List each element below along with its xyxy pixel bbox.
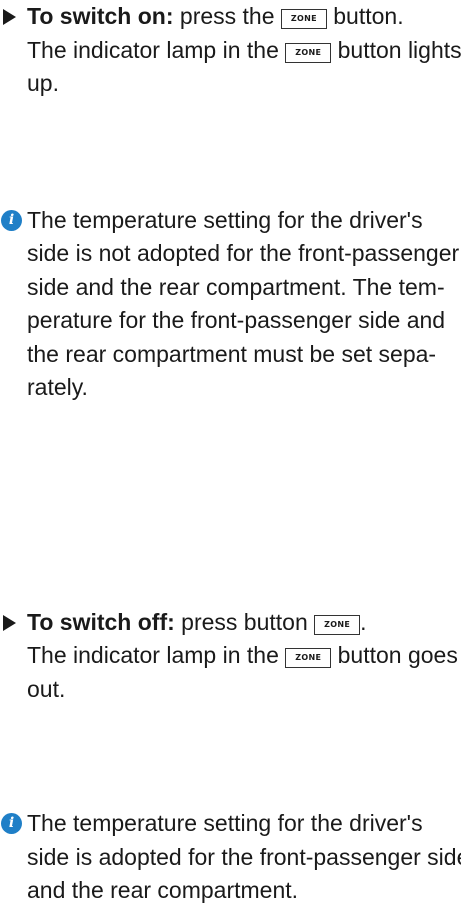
info-note-1: i The temperature setting for the driver… bbox=[0, 204, 461, 405]
zone-button-key: ZONE bbox=[285, 42, 332, 63]
note-2-line: and the rear compartment. bbox=[27, 877, 299, 903]
note-2-line: The temperature setting for the driver's bbox=[27, 810, 423, 836]
note-1-line: side and the rear compartment. The tem- bbox=[27, 273, 445, 300]
note-1-line: The temperature setting for the driver's bbox=[27, 206, 423, 233]
switch-on-label: To switch on: bbox=[27, 3, 174, 29]
note-1-line: side is not adopted for the front-passen… bbox=[27, 240, 460, 266]
switch-on-line-3: up. bbox=[27, 70, 59, 96]
switch-off-step: To switch off: press button ZONE. The in… bbox=[0, 606, 461, 707]
switch-on-line-2: The indicator lamp in the ZONE button li… bbox=[27, 36, 461, 63]
switch-off-label: To switch off: bbox=[27, 608, 175, 635]
switch-on-line-1: To switch on: press the ZONE button. bbox=[27, 3, 404, 29]
info-icon: i bbox=[1, 813, 22, 834]
switch-off-line-3: out. bbox=[27, 675, 66, 702]
note-1-line: rately. bbox=[27, 374, 88, 400]
switch-off-line-2: The indicator lamp in the ZONE button go… bbox=[27, 642, 458, 668]
info-note-2: i The temperature setting for the driver… bbox=[0, 807, 461, 908]
note-2-line: side is adopted for the front-passenger … bbox=[27, 843, 461, 870]
note-1-line: perature for the front-passenger side an… bbox=[27, 307, 446, 333]
info-icon: i bbox=[1, 209, 22, 231]
zone-button-key: ZONE bbox=[285, 648, 332, 668]
note-1-line: the rear compartment must be set sepa- bbox=[27, 340, 437, 367]
zone-button-key: ZONE bbox=[280, 9, 327, 29]
zone-button-key: ZONE bbox=[314, 614, 361, 635]
step-arrow-icon bbox=[3, 614, 16, 631]
switch-on-step: To switch on: press the ZONE button. The… bbox=[0, 0, 461, 101]
switch-off-line-1: To switch off: press button ZONE. bbox=[27, 608, 367, 635]
step-arrow-icon bbox=[3, 9, 16, 25]
